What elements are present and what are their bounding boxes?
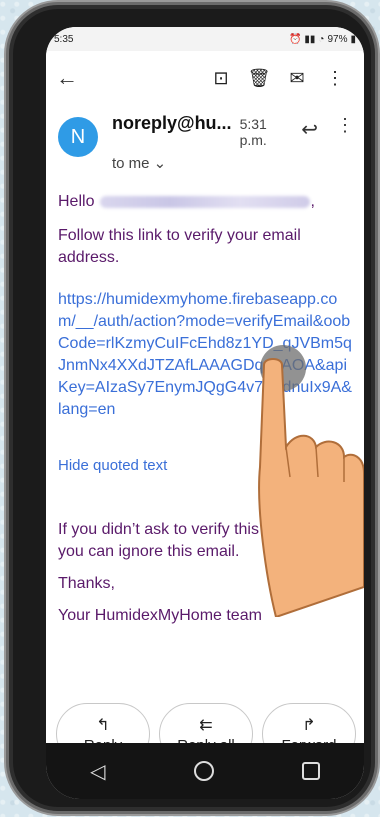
battery-level: 97% bbox=[327, 33, 348, 45]
avatar[interactable]: N bbox=[58, 117, 98, 157]
nav-home-icon[interactable] bbox=[193, 761, 214, 781]
reply-icon: ↰ bbox=[96, 716, 110, 734]
battery-icon: ▮ bbox=[350, 33, 356, 45]
redacted-email bbox=[100, 196, 311, 208]
status-icons: ⏰ ▮▮ ◔ 97% ▮ bbox=[289, 34, 356, 45]
back-arrow-icon[interactable]: ← bbox=[56, 65, 96, 91]
email-time: 5:31 p.m. bbox=[239, 116, 267, 148]
greeting: Hello , bbox=[58, 191, 352, 213]
email-header: N noreply@hu... 5:31 p.m. to me ⌄ ↩ ⋮ bbox=[46, 105, 364, 173]
instruction-text: Follow this link to verify your email ad… bbox=[58, 227, 301, 266]
status-bar: 5:35 ⏰ ▮▮ ◔ 97% ▮ bbox=[46, 27, 364, 51]
greeting-comma: , bbox=[310, 193, 315, 210]
sender-name: noreply@hu... bbox=[112, 113, 232, 133]
nav-bar: ◁ bbox=[46, 743, 364, 799]
more-vert-icon[interactable]: ⋮ bbox=[336, 115, 354, 136]
recipients-toggle[interactable]: to me ⌄ bbox=[112, 154, 293, 172]
nav-recents-icon[interactable] bbox=[301, 762, 320, 780]
reply-icon[interactable]: ↩ bbox=[301, 117, 318, 142]
mail-icon[interactable]: ✉ bbox=[278, 68, 316, 89]
hand-pointer-icon bbox=[258, 358, 364, 617]
forward-icon: ↱ bbox=[302, 716, 316, 734]
trash-icon[interactable]: 🗑 bbox=[240, 68, 278, 89]
reply-all-icon: ⇇ bbox=[199, 716, 213, 734]
app-bar: ← ⊡ 🗑 ✉ ⋮ bbox=[46, 51, 364, 105]
more-vert-icon[interactable]: ⋮ bbox=[316, 68, 354, 89]
phone-frame: 5:35 ⏰ ▮▮ ◔ 97% ▮ ← ⊡ 🗑 ✉ ⋮ N noreply@hu… bbox=[6, 2, 378, 814]
status-time: 5:35 bbox=[54, 33, 74, 45]
archive-icon[interactable]: ⊡ bbox=[202, 68, 240, 89]
signal-icon: ▮▮ bbox=[304, 33, 316, 45]
greeting-text: Hello bbox=[58, 193, 95, 210]
screen: 5:35 ⏰ ▮▮ ◔ 97% ▮ ← ⊡ 🗑 ✉ ⋮ N noreply@hu… bbox=[46, 27, 364, 799]
alarm-icon: ⏰ bbox=[288, 33, 302, 45]
nav-back-icon[interactable]: ◁ bbox=[90, 759, 105, 784]
wifi-icon: ◔ bbox=[318, 33, 325, 45]
sender-block: noreply@hu... 5:31 p.m. to me ⌄ bbox=[112, 113, 293, 172]
